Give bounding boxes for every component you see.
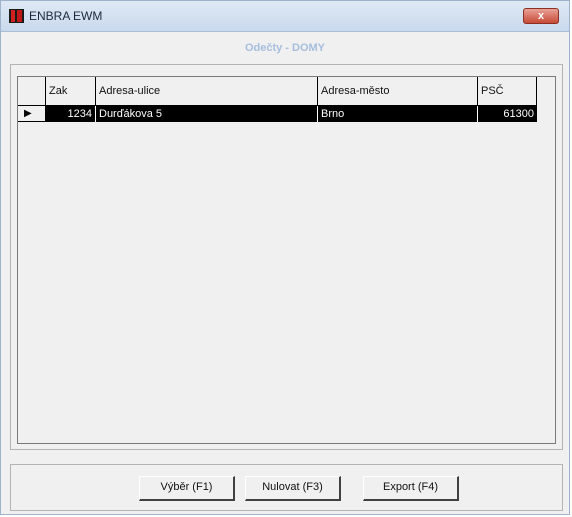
page-title: Odečty - DOMY: [244, 42, 326, 54]
row-pointer-icon: ▶: [18, 106, 46, 122]
vybir-button[interactable]: Výběr (F1): [139, 476, 235, 501]
column-header-adresa-ulice[interactable]: Adresa-ulice: [96, 77, 318, 106]
cell-zak[interactable]: 1234: [46, 106, 96, 122]
cell-adresa-ulice[interactable]: Durďákova 5: [96, 106, 318, 122]
grid-header: Zak Adresa-ulice Adresa-město PSČ: [18, 77, 537, 106]
window-title: ENBRA EWM: [29, 9, 103, 23]
column-header-adresa-mesto[interactable]: Adresa-město: [318, 77, 478, 106]
cell-psc[interactable]: 61300: [478, 106, 537, 122]
cell-adresa-mesto[interactable]: Brno: [318, 106, 478, 122]
app-logo-icon: [9, 9, 24, 23]
data-grid[interactable]: Zak Adresa-ulice Adresa-město PSČ ▶ 1234…: [17, 76, 556, 444]
row-indicator-header: [18, 77, 46, 106]
table-row[interactable]: ▶ 1234 Durďákova 5 Brno 61300: [18, 106, 537, 122]
close-button[interactable]: x: [523, 8, 559, 24]
title-bar[interactable]: ENBRA EWM x: [1, 1, 569, 32]
column-header-zak[interactable]: Zak: [46, 77, 96, 106]
main-window: ENBRA EWM x Odečty - DOMY Zak Adresa-uli…: [0, 0, 570, 515]
export-button[interactable]: Export (F4): [363, 476, 459, 501]
nulovat-button[interactable]: Nulovat (F3): [245, 476, 341, 501]
column-header-psc[interactable]: PSČ: [478, 77, 537, 106]
